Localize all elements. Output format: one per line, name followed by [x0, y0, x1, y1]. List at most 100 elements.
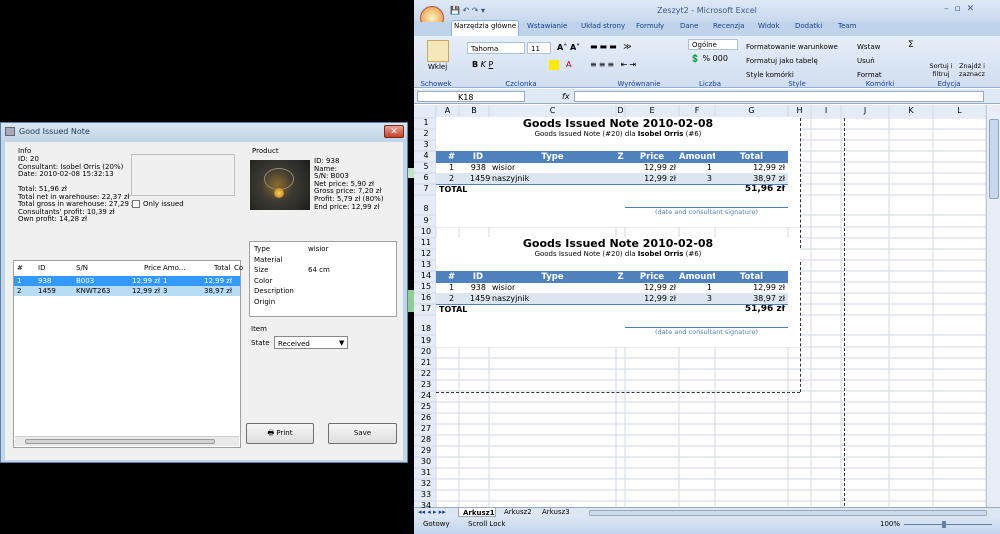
row-header[interactable]: 9 [416, 216, 436, 225]
find-select-button[interactable]: Znajdź i zaznacz [955, 62, 989, 78]
font-name-box[interactable]: Tahoma [467, 42, 525, 54]
fx-icon[interactable]: fx [562, 92, 570, 101]
table-cell-n[interactable]: 2 [439, 174, 464, 183]
table-cell-amount[interactable]: 3 [682, 294, 712, 303]
row-header[interactable]: 8 [416, 204, 436, 213]
row-header[interactable]: 1 [416, 118, 436, 127]
row-header[interactable]: 27 [416, 424, 436, 433]
column-header-f[interactable]: F [679, 106, 715, 115]
font-format-icons[interactable]: B K P [472, 60, 493, 69]
property-row[interactable]: Size 64 cm [254, 265, 394, 276]
align-icons-2[interactable]: ≡≡≡ ⇤⇥ [590, 60, 638, 69]
column-header-c[interactable]: C [489, 106, 616, 115]
row-header[interactable]: 22 [416, 369, 436, 378]
zoom-slider-thumb[interactable] [942, 521, 946, 528]
row-header[interactable]: 29 [416, 446, 436, 455]
sheet-tab-3[interactable]: Arkusz3 [542, 508, 570, 516]
row-header[interactable]: 18 [416, 324, 436, 333]
row-header[interactable]: 3 [416, 140, 436, 149]
row-header[interactable]: 2 [416, 129, 436, 138]
table-cell-price[interactable]: 12,99 zł [628, 163, 676, 172]
number-format-box[interactable]: Ogólne [688, 39, 738, 50]
cell-buttons[interactable]: Wstaw Usuń Format [857, 40, 882, 82]
delete-button[interactable]: Usuń [857, 54, 882, 68]
sheet-tab-1[interactable]: Arkusz1 [458, 507, 496, 517]
list-item[interactable]: 1 938 B003 12,99 zł 1 12,99 zł [14, 276, 240, 286]
items-list[interactable]: # ID S/N Price Amo... Total Co 1 938 B00… [13, 260, 243, 448]
table-cell-total[interactable]: 12,99 zł [718, 163, 785, 172]
table-cell-amount[interactable]: 1 [682, 163, 712, 172]
print-button[interactable]: 🖶 Print [246, 423, 314, 444]
align-icons[interactable]: ▬▬▬ ≫ [590, 42, 634, 51]
font-grow-icon[interactable]: A˄ A˅ [557, 43, 580, 52]
row-header[interactable]: 17 [416, 304, 436, 313]
zoom-slider[interactable] [904, 524, 992, 525]
vertical-scrollbar[interactable] [986, 105, 1000, 507]
quick-access-icons[interactable]: 💾 ↶ ↷ ▾ [450, 6, 485, 15]
table-cell-price[interactable]: 12,99 zł [628, 294, 676, 303]
ribbon-tab-1[interactable]: Narzędzia główne [454, 22, 516, 30]
column-header-h[interactable]: H [788, 106, 811, 115]
row-header[interactable]: 25 [416, 402, 436, 411]
table-cell-id[interactable]: 938 [470, 163, 486, 172]
row-header[interactable]: 19 [416, 336, 436, 345]
row-header[interactable]: 15 [416, 282, 436, 291]
table-cell-id[interactable]: 1459 [470, 174, 490, 183]
row-header[interactable]: 30 [416, 457, 436, 466]
row-header[interactable]: 11 [416, 238, 436, 247]
table-cell-n[interactable]: 2 [439, 294, 464, 303]
style-buttons[interactable]: Formatowanie warunkowe Formatuj jako tab… [746, 40, 838, 82]
ribbon-tab-4[interactable]: Formuły [636, 22, 664, 30]
row-header[interactable]: 21 [416, 358, 436, 367]
row-header[interactable]: 34 [416, 501, 436, 510]
column-header-k[interactable]: K [889, 106, 933, 115]
row-header[interactable]: 10 [416, 227, 436, 236]
table-cell-n[interactable]: 1 [439, 283, 464, 292]
fill-color-icon[interactable] [549, 60, 559, 70]
row-header[interactable]: 14 [416, 271, 436, 280]
name-box[interactable]: K18 [417, 91, 525, 102]
row-header[interactable]: 4 [416, 151, 436, 160]
formula-input[interactable] [574, 91, 984, 102]
row-header[interactable]: 33 [416, 490, 436, 499]
only-issued-checkbox[interactable] [132, 200, 140, 208]
window-titlebar[interactable]: Good Issued Note ✕ [1, 123, 407, 141]
font-size-box[interactable]: 11 [527, 42, 551, 54]
column-header-j[interactable]: J [841, 106, 889, 115]
table-cell-price[interactable]: 12,99 zł [628, 174, 676, 183]
row-header[interactable]: 5 [416, 162, 436, 171]
ribbon-tab-7[interactable]: Widok [758, 22, 780, 30]
table-cell-total[interactable]: 12,99 zł [718, 283, 785, 292]
ribbon-tab-2[interactable]: Wstawianie [527, 22, 567, 30]
sheet-tab-2[interactable]: Arkusz2 [504, 508, 532, 516]
sum-icon[interactable]: Σ [908, 40, 914, 50]
property-row[interactable]: Type wisior [254, 244, 394, 255]
table-cell-price[interactable]: 12,99 zł [628, 283, 676, 292]
ribbon-tab-8[interactable]: Dodatki [795, 22, 822, 30]
row-header[interactable]: 13 [416, 260, 436, 269]
property-row[interactable]: Description [254, 286, 394, 297]
property-row[interactable]: Material [254, 255, 394, 266]
row-header[interactable]: 16 [416, 293, 436, 302]
table-cell-amount[interactable]: 3 [682, 174, 712, 183]
ribbon-tab-6[interactable]: Recenzja [713, 22, 744, 30]
table-cell-total[interactable]: 38,97 zł [718, 294, 785, 303]
column-header-l[interactable]: L [933, 106, 986, 115]
table-cell-id[interactable]: 938 [470, 283, 486, 292]
scrollbar-thumb[interactable] [25, 439, 215, 444]
table-cell-id[interactable]: 1459 [470, 294, 490, 303]
property-row[interactable]: Color [254, 276, 394, 287]
font-color-icon[interactable]: A [566, 60, 571, 69]
row-header[interactable]: 31 [416, 468, 436, 477]
properties-table[interactable]: Type wisior Material Size 64 cm Color Descript… [249, 241, 397, 317]
table-cell-type[interactable]: naszyjnik [492, 174, 613, 183]
paste-icon[interactable] [427, 40, 449, 62]
column-header-i[interactable]: I [811, 106, 841, 115]
table-cell-n[interactable]: 1 [439, 163, 464, 172]
ribbon-tab-3[interactable]: Układ strony [581, 22, 625, 30]
column-header-e[interactable]: E [625, 106, 679, 115]
save-button[interactable]: Save [328, 423, 397, 444]
row-header[interactable]: 28 [416, 435, 436, 444]
excel-titlebar[interactable]: 💾 ↶ ↷ ▾ Zeszyt2 - Microsoft Excel –▫✕ [414, 0, 1000, 30]
ribbon-tab-9[interactable]: Team [838, 22, 857, 30]
